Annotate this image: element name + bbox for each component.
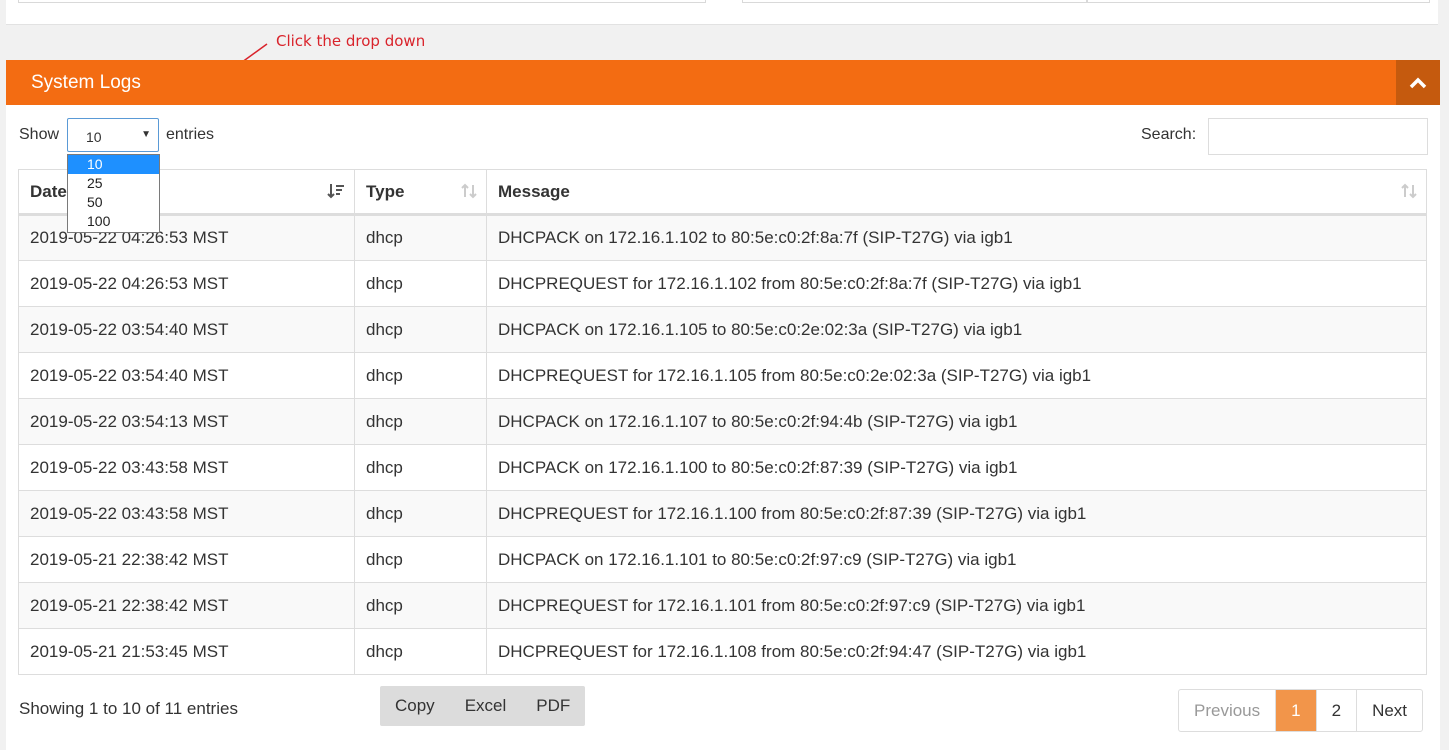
column-label: Type: [366, 181, 405, 201]
cell-message: DHCPREQUEST for 172.16.1.108 from 80:5e:…: [486, 628, 1427, 675]
cell-date: 2019-05-21 21:53:45 MST: [18, 628, 355, 675]
cell-type: dhcp: [354, 536, 487, 583]
entries-label: entries: [166, 126, 215, 143]
page-button-2[interactable]: 2: [1315, 690, 1356, 731]
search-input[interactable]: [1208, 118, 1428, 155]
table-row: 2019-05-22 03:54:13 MST dhcp DHCPACK on …: [18, 398, 1427, 445]
annotation-text: Click the drop down: [276, 32, 426, 50]
entries-select-value: 10: [86, 129, 102, 145]
cell-message: DHCPREQUEST for 172.16.1.105 from 80:5e:…: [486, 352, 1427, 399]
cell-message: DHCPACK on 172.16.1.107 to 80:5e:c0:2f:9…: [486, 398, 1427, 445]
entries-option[interactable]: 10: [68, 155, 159, 174]
chevron-up-icon: [1409, 77, 1427, 88]
panel-heading: System Logs: [6, 60, 1440, 105]
cell-date: 2019-05-22 03:54:13 MST: [18, 398, 355, 445]
column-label: Date: [30, 181, 67, 201]
sort-icon: [461, 183, 477, 204]
cell-date: 2019-05-22 03:43:58 MST: [18, 444, 355, 491]
show-label: Show: [19, 126, 60, 143]
table-row: 2019-05-21 21:53:45 MST dhcp DHCPREQUEST…: [18, 628, 1427, 675]
sort-icon: [1401, 183, 1417, 204]
excel-button[interactable]: Excel: [450, 686, 522, 726]
copy-button[interactable]: Copy: [380, 686, 450, 726]
next-button[interactable]: Next: [1356, 690, 1422, 731]
page-button-1[interactable]: 1: [1275, 690, 1316, 731]
column-label: Message: [498, 181, 570, 201]
caret-down-icon: ▼: [141, 129, 151, 140]
cell-date: 2019-05-21 22:38:42 MST: [18, 536, 355, 583]
sort-desc-icon: [327, 183, 345, 204]
cell-message: DHCPACK on 172.16.1.100 to 80:5e:c0:2f:8…: [486, 444, 1427, 491]
top-panel: [6, 0, 1438, 25]
table-row: 2019-05-22 04:26:53 MST dhcp DHCPACK on …: [18, 214, 1427, 261]
column-header-message[interactable]: Message: [486, 169, 1427, 216]
cell-message: DHCPACK on 172.16.1.101 to 80:5e:c0:2f:9…: [486, 536, 1427, 583]
previous-button[interactable]: Previous: [1179, 690, 1275, 731]
top-field: [742, 0, 1088, 3]
table-row: 2019-05-22 03:54:40 MST dhcp DHCPREQUEST…: [18, 352, 1427, 399]
table-header-row: Date Type Message: [18, 169, 1427, 216]
cell-date: 2019-05-22 04:26:53 MST: [18, 260, 355, 307]
table-row: 2019-05-22 03:54:40 MST dhcp DHCPACK on …: [18, 306, 1427, 353]
cell-date: 2019-05-22 03:43:58 MST: [18, 490, 355, 537]
logs-table: Date Type Message 2019-05-22 04:26:53 MS…: [18, 169, 1427, 675]
system-logs-panel: System Logs Show 10 ▼ entries 10 25 50 1…: [6, 60, 1440, 750]
cell-type: dhcp: [354, 444, 487, 491]
cell-type: dhcp: [354, 490, 487, 537]
cell-type: dhcp: [354, 582, 487, 629]
cell-message: DHCPACK on 172.16.1.105 to 80:5e:c0:2e:0…: [486, 306, 1427, 353]
cell-message: DHCPACK on 172.16.1.102 to 80:5e:c0:2f:8…: [486, 214, 1427, 261]
cell-type: dhcp: [354, 306, 487, 353]
pagination: Previous 1 2 Next: [1178, 689, 1424, 732]
column-header-type[interactable]: Type: [354, 169, 487, 216]
table-row: 2019-05-22 04:26:53 MST dhcp DHCPREQUEST…: [18, 260, 1427, 307]
cell-type: dhcp: [354, 352, 487, 399]
cell-message: DHCPREQUEST for 172.16.1.100 from 80:5e:…: [486, 490, 1427, 537]
export-buttons: Copy Excel PDF: [380, 686, 586, 726]
cell-date: 2019-05-22 03:54:40 MST: [18, 306, 355, 353]
cell-type: dhcp: [354, 628, 487, 675]
entries-option[interactable]: 50: [68, 193, 159, 212]
entries-select[interactable]: 10 ▼: [67, 118, 159, 152]
table-info: Showing 1 to 10 of 11 entries: [19, 699, 238, 718]
search-label: Search:: [1141, 126, 1197, 143]
table-row: 2019-05-21 22:38:42 MST dhcp DHCPREQUEST…: [18, 582, 1427, 629]
top-field: [18, 0, 706, 3]
entries-option[interactable]: 100: [68, 212, 159, 231]
cell-type: dhcp: [354, 260, 487, 307]
table-row: 2019-05-21 22:38:42 MST dhcp DHCPACK on …: [18, 536, 1427, 583]
collapse-button[interactable]: [1396, 60, 1440, 105]
cell-message: DHCPREQUEST for 172.16.1.101 from 80:5e:…: [486, 582, 1427, 629]
cell-message: DHCPREQUEST for 172.16.1.102 from 80:5e:…: [486, 260, 1427, 307]
cell-date: 2019-05-21 22:38:42 MST: [18, 582, 355, 629]
cell-type: dhcp: [354, 214, 487, 261]
entries-option[interactable]: 25: [68, 174, 159, 193]
table-row: 2019-05-22 03:43:58 MST dhcp DHCPACK on …: [18, 444, 1427, 491]
table-row: 2019-05-22 03:43:58 MST dhcp DHCPREQUEST…: [18, 490, 1427, 537]
cell-type: dhcp: [354, 398, 487, 445]
pdf-button[interactable]: PDF: [521, 686, 585, 726]
top-field: [1086, 0, 1430, 3]
panel-title: System Logs: [31, 72, 141, 93]
entries-dropdown: 10 25 50 100: [67, 154, 160, 233]
cell-date: 2019-05-22 03:54:40 MST: [18, 352, 355, 399]
